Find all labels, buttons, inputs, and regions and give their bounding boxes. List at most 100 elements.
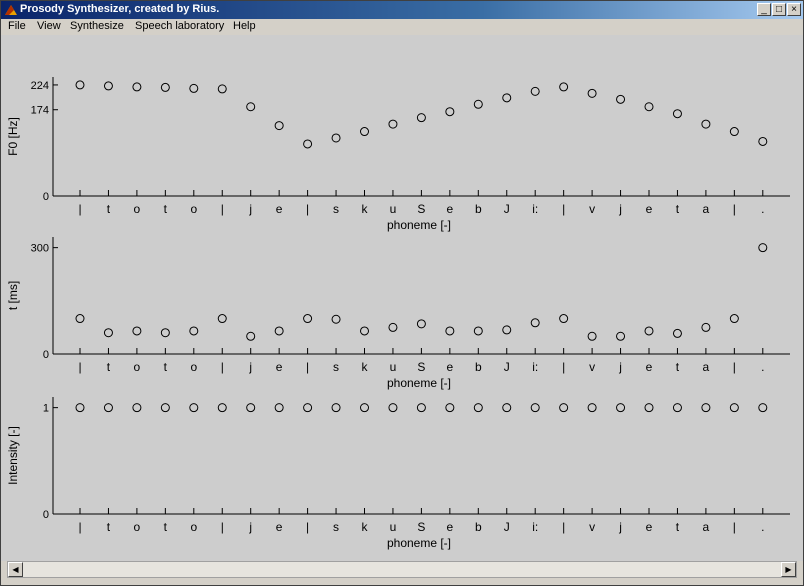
intensity-point[interactable] — [473, 403, 483, 413]
horizontal-scrollbar[interactable]: ◀ ▶ — [7, 561, 797, 578]
menu-synthesize[interactable]: Synthesize — [70, 20, 124, 32]
duration-point[interactable] — [416, 319, 426, 329]
duration-point[interactable] — [729, 314, 739, 324]
f0-point[interactable] — [132, 82, 142, 92]
f0-phoneme-label: | — [562, 202, 565, 216]
scroll-right-button[interactable]: ▶ — [781, 562, 796, 577]
duration-point[interactable] — [132, 326, 142, 336]
f0-point[interactable] — [530, 86, 540, 96]
f0-point[interactable] — [758, 136, 768, 146]
f0-point[interactable] — [246, 102, 256, 112]
intensity-point[interactable] — [189, 403, 199, 413]
duration-point[interactable] — [530, 318, 540, 328]
intensity-point[interactable] — [616, 403, 626, 413]
title-bar[interactable]: Prosody Synthesizer, created by Rius. _ … — [1, 1, 803, 19]
duration-point[interactable] — [360, 326, 369, 336]
duration-point[interactable] — [274, 326, 284, 336]
intensity-point[interactable] — [416, 403, 426, 413]
f0-point[interactable] — [445, 107, 455, 117]
f0-point[interactable] — [274, 121, 284, 131]
intensity-point[interactable] — [644, 403, 654, 413]
intensity-point[interactable] — [331, 403, 341, 413]
intensity-phoneme-label: t — [676, 520, 680, 534]
f0-phoneme-label: v — [589, 202, 595, 216]
duration-phoneme-label: S — [417, 360, 425, 374]
duration-point[interactable] — [75, 314, 85, 324]
duration-point[interactable] — [160, 328, 170, 338]
duration-point[interactable] — [502, 325, 512, 335]
menu-file[interactable]: File — [8, 20, 26, 32]
intensity-point[interactable] — [303, 403, 313, 413]
duration-point[interactable] — [217, 314, 227, 324]
f0-point[interactable] — [303, 139, 313, 149]
intensity-point[interactable] — [587, 403, 597, 413]
f0-point[interactable] — [502, 93, 512, 103]
f0-point[interactable] — [416, 113, 426, 123]
intensity-point[interactable] — [445, 403, 455, 413]
f0-point[interactable] — [75, 80, 85, 90]
duration-point[interactable] — [644, 326, 654, 336]
intensity-xlabel: phoneme [-] — [387, 536, 451, 550]
intensity-point[interactable] — [758, 403, 768, 413]
f0-point[interactable] — [587, 88, 597, 98]
duration-point[interactable] — [445, 326, 455, 336]
intensity-point[interactable] — [729, 403, 739, 413]
f0-point[interactable] — [559, 82, 569, 92]
f0-point[interactable] — [217, 84, 227, 94]
f0-point[interactable] — [160, 82, 170, 92]
duration-point[interactable] — [758, 243, 768, 253]
intensity-point[interactable] — [75, 403, 85, 413]
duration-phoneme-label: b — [475, 360, 482, 374]
f0-point[interactable] — [189, 83, 199, 93]
intensity-phoneme-label: e — [447, 520, 454, 534]
f0-point[interactable] — [388, 119, 398, 129]
intensity-point[interactable] — [103, 403, 113, 413]
intensity-phoneme-label: | — [733, 520, 736, 534]
intensity-point[interactable] — [672, 403, 682, 413]
f0-phoneme-label: j — [248, 202, 252, 216]
duration-point[interactable] — [616, 331, 626, 341]
intensity-point[interactable] — [530, 403, 540, 413]
f0-point[interactable] — [360, 127, 369, 137]
duration-point[interactable] — [331, 314, 341, 324]
intensity-point[interactable] — [360, 403, 369, 413]
menu-view[interactable]: View — [37, 20, 61, 32]
f0-point[interactable] — [331, 133, 341, 143]
duration-point[interactable] — [701, 322, 711, 332]
maximize-button[interactable]: □ — [772, 3, 786, 16]
intensity-point[interactable] — [388, 403, 398, 413]
f0-point[interactable] — [473, 99, 483, 109]
f0-point[interactable] — [701, 119, 711, 129]
minimize-button[interactable]: _ — [757, 3, 771, 16]
duration-point[interactable] — [189, 326, 199, 336]
duration-point[interactable] — [388, 322, 398, 332]
duration-point[interactable] — [587, 331, 597, 341]
f0-ytick-label: 224 — [31, 80, 49, 92]
menu-help[interactable]: Help — [233, 20, 256, 32]
intensity-point[interactable] — [274, 403, 284, 413]
f0-point[interactable] — [672, 109, 682, 119]
duration-point[interactable] — [473, 326, 483, 336]
scroll-left-button[interactable]: ◀ — [8, 562, 23, 577]
intensity-point[interactable] — [160, 403, 170, 413]
menu-speech-laboratory[interactable]: Speech laboratory — [135, 20, 224, 32]
duration-point[interactable] — [303, 314, 313, 324]
f0-phoneme-label: | — [306, 202, 309, 216]
f0-point[interactable] — [616, 94, 626, 104]
duration-point[interactable] — [103, 328, 113, 338]
intensity-point[interactable] — [701, 403, 711, 413]
f0-point[interactable] — [103, 81, 113, 91]
f0-point[interactable] — [729, 127, 739, 137]
intensity-point[interactable] — [502, 403, 512, 413]
f0-point[interactable] — [644, 102, 654, 112]
intensity-point[interactable] — [132, 403, 142, 413]
f0-phoneme-label: u — [390, 202, 397, 216]
intensity-point[interactable] — [217, 403, 227, 413]
duration-point[interactable] — [559, 314, 569, 324]
duration-point[interactable] — [672, 328, 682, 338]
intensity-point[interactable] — [246, 403, 256, 413]
f0-phoneme-label: o — [190, 202, 197, 216]
close-button[interactable]: × — [787, 3, 801, 16]
duration-point[interactable] — [246, 331, 256, 341]
intensity-point[interactable] — [559, 403, 569, 413]
